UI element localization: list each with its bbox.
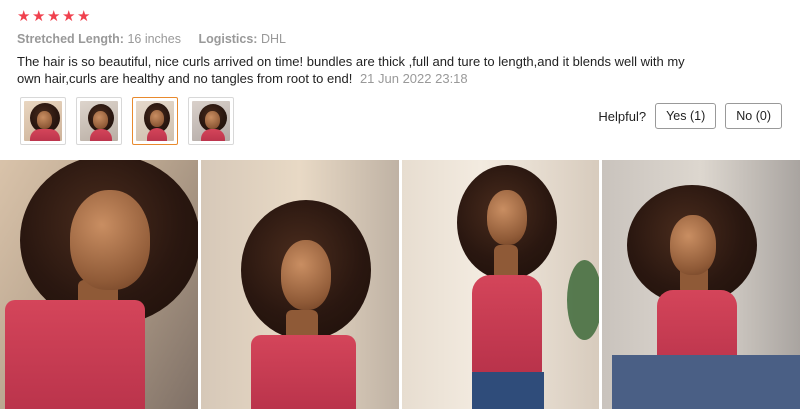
review-photo-thumbnail[interactable] [188, 97, 234, 145]
star-icon: ★ [77, 8, 91, 25]
review-item: ★ ★ ★ ★ ★ Stretched Length: 16 inches Lo… [0, 0, 800, 160]
attribute-label-stretched-length: Stretched Length: [17, 32, 124, 46]
helpful-vote: Helpful? Yes (1) No (0) [598, 103, 782, 129]
thumbnail-image [136, 101, 174, 141]
star-icon: ★ [17, 8, 31, 25]
review-attributes: Stretched Length: 16 inches Logistics: D… [17, 32, 300, 46]
review-content: The hair is so beautiful, nice curls arr… [17, 54, 685, 86]
helpful-yes-button[interactable]: Yes (1) [655, 103, 717, 129]
star-icon: ★ [62, 8, 76, 25]
attribute-value-stretched-length: 16 inches [127, 32, 181, 46]
attribute-label-logistics: Logistics: [198, 32, 258, 46]
review-photo-thumbnail[interactable] [76, 97, 122, 145]
helpful-question: Helpful? [598, 108, 647, 124]
star-rating: ★ ★ ★ ★ ★ [17, 8, 91, 25]
review-photo[interactable] [401, 160, 600, 409]
star-icon: ★ [47, 8, 61, 25]
thumbnail-image [80, 101, 118, 141]
review-thumbnails [20, 97, 234, 145]
review-photo[interactable] [602, 160, 800, 409]
attribute-value-logistics: DHL [260, 32, 286, 46]
thumbnail-image [192, 101, 230, 141]
star-icon: ★ [32, 8, 46, 25]
helpful-no-button[interactable]: No (0) [725, 103, 782, 129]
review-photo-thumbnail[interactable] [132, 97, 178, 145]
review-photo-gallery [0, 160, 800, 409]
review-photo[interactable] [200, 160, 399, 409]
review-photo-thumbnail[interactable] [20, 97, 66, 145]
review-date: 21 Jun 2022 23:18 [359, 70, 468, 86]
review-text: The hair is so beautiful, nice curls arr… [17, 54, 707, 87]
thumbnail-image [24, 101, 62, 141]
review-photo[interactable] [0, 160, 198, 409]
